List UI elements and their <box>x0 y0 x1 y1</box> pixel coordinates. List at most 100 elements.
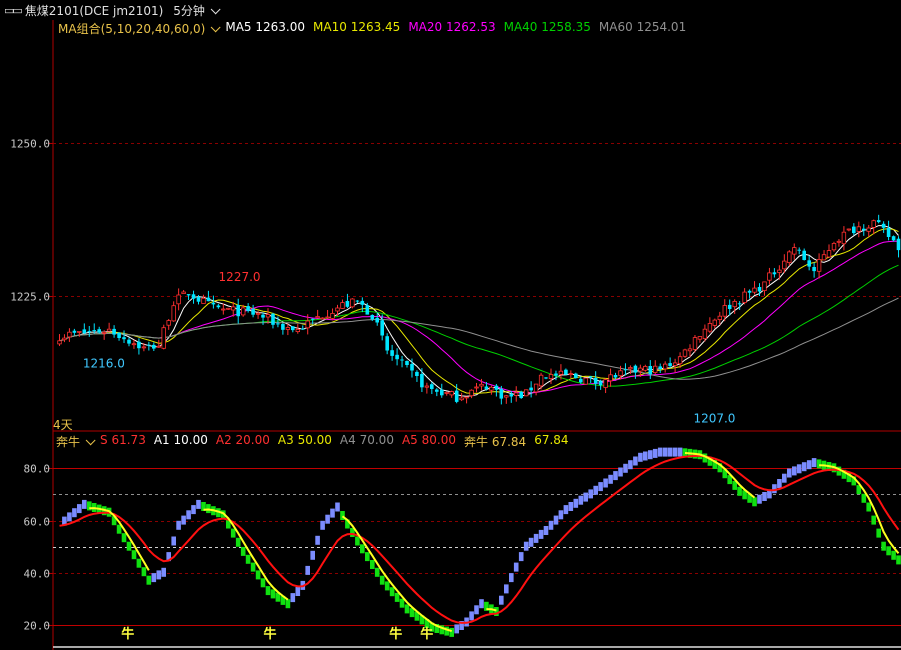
candle-body <box>593 377 598 384</box>
candle-body <box>603 379 608 388</box>
candle-body <box>846 228 852 231</box>
candle-body <box>692 337 698 350</box>
indicator-bar <box>72 508 77 518</box>
candle-body <box>618 370 623 377</box>
indicator-bar <box>474 605 479 615</box>
candle-body <box>772 272 777 275</box>
indicator-bar <box>628 460 633 470</box>
indicator-tick-label: 80.0 <box>24 463 51 476</box>
indicator-bar <box>558 510 564 520</box>
signal-marker: 牛 <box>420 626 433 642</box>
indicator-bar <box>806 460 812 470</box>
chart-canvas[interactable]: 1250.0 1225.0 1227.0 1216.0 1207.0 80.0 60.0… <box>0 0 901 650</box>
indicator-bar <box>588 489 593 499</box>
indicator-bar <box>504 584 509 594</box>
candle-body <box>161 327 166 349</box>
candle-body <box>514 392 519 396</box>
candle-body <box>564 369 568 375</box>
candle-body <box>291 326 295 331</box>
indicator-bar <box>618 467 623 477</box>
indicator-bar <box>782 473 787 483</box>
indicator-bar <box>374 567 380 577</box>
candle-body <box>420 374 424 388</box>
indicator-bar <box>245 554 251 564</box>
candle-body <box>737 303 742 305</box>
candle-body <box>355 300 360 302</box>
candle-body <box>186 294 191 296</box>
candle-body <box>246 306 250 311</box>
candle-body <box>479 383 484 387</box>
candle-body <box>424 385 430 388</box>
candle-body <box>469 389 474 397</box>
indicator-bar <box>876 528 881 538</box>
candle-body <box>72 330 77 333</box>
indicator-bar <box>394 592 400 602</box>
indicator-bar <box>77 504 82 514</box>
indicator-bar <box>563 505 569 515</box>
candle-body <box>201 297 206 304</box>
candle-body <box>658 366 662 370</box>
candle-body <box>454 390 459 402</box>
candle-body <box>310 318 315 320</box>
candle-body <box>315 316 320 319</box>
indicator-bar <box>613 471 618 481</box>
candle-body <box>395 354 399 360</box>
indicator-bar <box>404 604 410 614</box>
indicator-tick-label: 60.0 <box>24 516 51 529</box>
indicator-bar <box>643 451 648 461</box>
indicator-bar <box>67 512 72 522</box>
indicator-bar <box>603 478 608 488</box>
candle-body <box>141 346 147 349</box>
ma60-line <box>59 297 899 380</box>
candle-body <box>677 356 683 365</box>
candle-body <box>370 315 375 320</box>
indicator-bar <box>737 486 742 496</box>
candle-body <box>251 309 255 315</box>
candle-body <box>340 302 345 309</box>
candle-body <box>697 336 703 340</box>
candle-body <box>896 238 901 251</box>
candle-body <box>320 317 325 320</box>
candle-body <box>360 300 365 305</box>
candle-body <box>171 305 176 322</box>
candle-body <box>633 365 638 373</box>
candle-body <box>499 388 504 399</box>
indicator-bar <box>285 599 291 609</box>
candle-body <box>767 272 772 281</box>
price-annotation: 1207.0 <box>693 411 735 425</box>
candle-body <box>97 329 101 333</box>
candle-body <box>365 305 370 315</box>
candle-body <box>122 337 126 340</box>
indicator-bar <box>290 593 296 603</box>
candle-body <box>196 296 201 302</box>
candle-body <box>816 259 822 272</box>
ma-lines <box>59 225 899 397</box>
indicator-bar <box>171 536 176 546</box>
ma5-line <box>59 225 899 397</box>
candle-body <box>305 320 310 329</box>
indicator-bar <box>335 502 340 512</box>
indicator-bar <box>156 570 162 580</box>
indicator-bar <box>230 528 236 538</box>
candle-body <box>106 328 112 332</box>
candle-body <box>236 305 240 317</box>
candle-body <box>176 294 181 305</box>
candle-body <box>375 317 379 323</box>
indicator-bar <box>305 565 310 575</box>
candle-body <box>271 313 275 325</box>
indicator-bar <box>384 581 390 591</box>
price-tick-label: 1250.0 <box>10 138 50 151</box>
candle-body <box>191 294 196 299</box>
indicator-bar <box>141 567 147 577</box>
price-annotation: 1227.0 <box>219 270 261 284</box>
indicator-bar <box>355 536 360 546</box>
indicator-bar <box>871 515 876 525</box>
indicator-bar <box>191 505 196 515</box>
indicator-bar <box>623 463 628 473</box>
candle-body <box>852 226 856 234</box>
indicator-bar <box>608 474 613 484</box>
candle-body <box>529 387 533 391</box>
indicator-bar <box>677 447 683 457</box>
candle-body <box>385 336 389 351</box>
indicator-bar <box>816 459 822 469</box>
